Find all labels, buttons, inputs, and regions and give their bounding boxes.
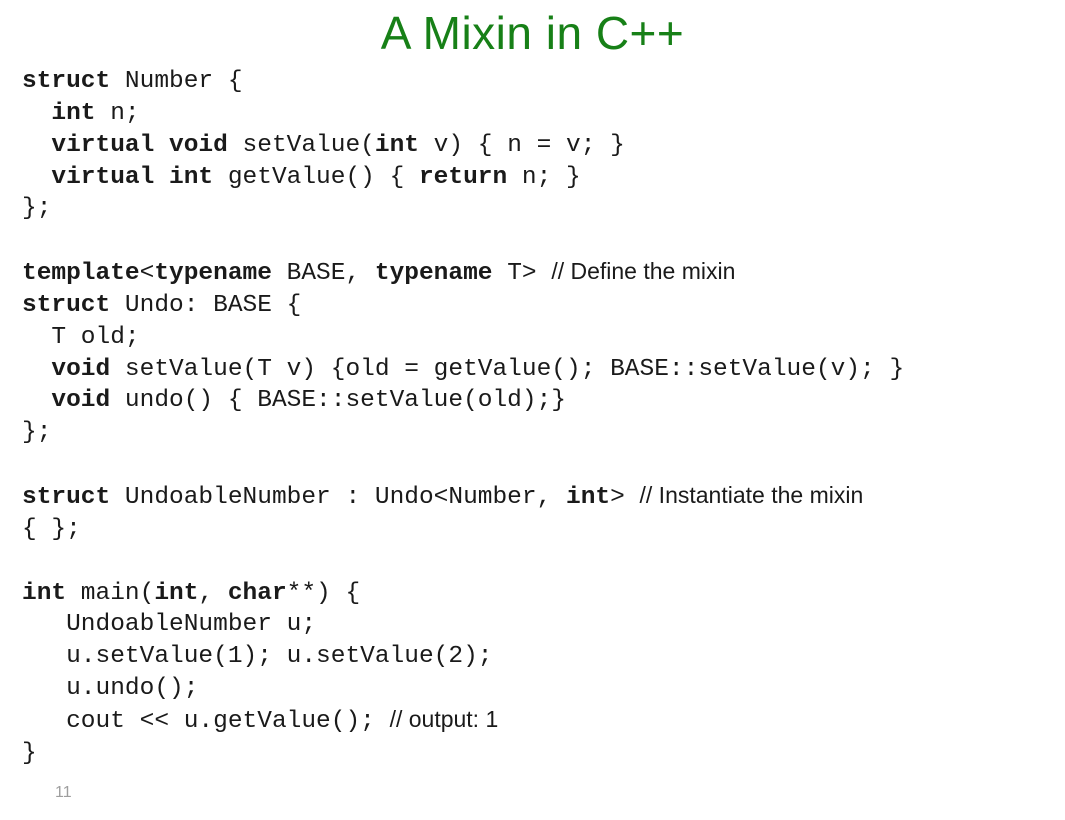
code-text bbox=[22, 164, 51, 191]
keyword-virtual-int: virtual int bbox=[51, 164, 213, 191]
code-text: < bbox=[140, 260, 155, 287]
code-text bbox=[22, 132, 51, 159]
keyword-int: int bbox=[22, 580, 66, 607]
keyword-return: return bbox=[419, 164, 507, 191]
code-text: } bbox=[22, 740, 37, 767]
slide: A Mixin in C++ struct Number { int n; vi… bbox=[0, 6, 1065, 820]
code-text: v) { n = v; } bbox=[419, 132, 625, 159]
code-text: getValue() { bbox=[213, 164, 419, 191]
code-text: undo() { BASE::setValue(old);} bbox=[110, 387, 566, 414]
comment-output: // output: 1 bbox=[390, 706, 499, 732]
code-text: setValue( bbox=[228, 132, 375, 159]
code-text: Number { bbox=[110, 68, 242, 95]
code-text bbox=[22, 387, 51, 414]
code-text: u.undo(); bbox=[22, 675, 198, 702]
code-text bbox=[22, 100, 51, 127]
code-block: struct Number { int n; virtual void setV… bbox=[0, 66, 1065, 770]
comment-instantiate-mixin: // Instantiate the mixin bbox=[640, 482, 864, 508]
keyword-void: void bbox=[51, 387, 110, 414]
comment-define-mixin: // Define the mixin bbox=[551, 258, 735, 284]
code-text: , bbox=[198, 580, 227, 607]
code-text: }; bbox=[22, 195, 51, 222]
keyword-struct: struct bbox=[22, 484, 110, 511]
code-text: setValue(T v) {old = getValue(); BASE::s… bbox=[110, 356, 904, 383]
code-text: T> bbox=[493, 260, 552, 287]
code-text: main( bbox=[66, 580, 154, 607]
code-text: BASE, bbox=[272, 260, 375, 287]
keyword-virtual-void: virtual void bbox=[51, 132, 227, 159]
code-text: n; bbox=[96, 100, 140, 127]
keyword-int: int bbox=[154, 580, 198, 607]
code-text: UndoableNumber : Undo<Number, bbox=[110, 484, 566, 511]
keyword-int: int bbox=[566, 484, 610, 511]
keyword-int: int bbox=[375, 132, 419, 159]
keyword-void: void bbox=[51, 356, 110, 383]
keyword-typename: typename bbox=[154, 260, 272, 287]
keyword-typename: typename bbox=[375, 260, 493, 287]
slide-number: 11 bbox=[55, 784, 72, 802]
code-text: > bbox=[610, 484, 639, 511]
code-text bbox=[22, 356, 51, 383]
keyword-char: char bbox=[228, 580, 287, 607]
keyword-int: int bbox=[51, 100, 95, 127]
slide-title: A Mixin in C++ bbox=[0, 6, 1065, 60]
code-text: **) { bbox=[287, 580, 361, 607]
keyword-struct: struct bbox=[22, 68, 110, 95]
code-text: UndoableNumber u; bbox=[22, 611, 316, 638]
code-text: T old; bbox=[22, 324, 140, 351]
keyword-struct: struct bbox=[22, 292, 110, 319]
code-text: { }; bbox=[22, 516, 81, 543]
code-text: cout << u.getValue(); bbox=[22, 708, 390, 735]
code-text: Undo: BASE { bbox=[110, 292, 301, 319]
code-text: n; } bbox=[507, 164, 581, 191]
keyword-template: template bbox=[22, 260, 140, 287]
code-text: }; bbox=[22, 419, 51, 446]
code-text: u.setValue(1); u.setValue(2); bbox=[22, 643, 492, 670]
